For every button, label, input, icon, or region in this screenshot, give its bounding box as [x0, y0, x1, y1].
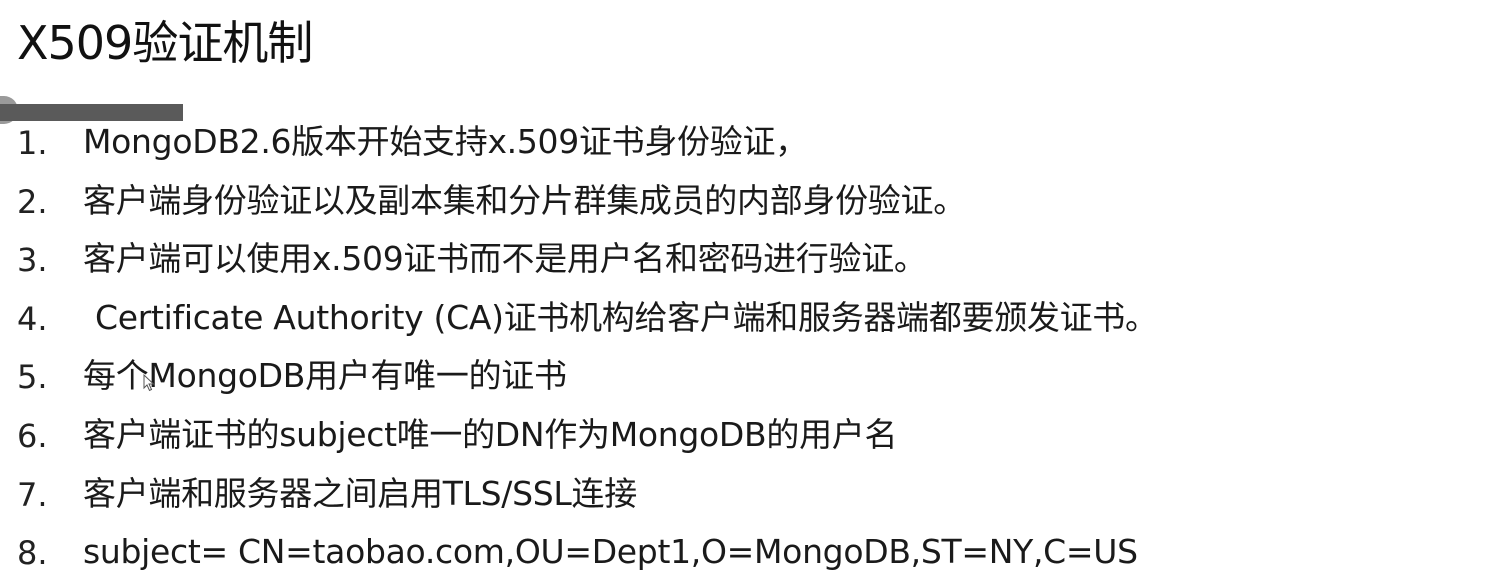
item-number: 8.: [17, 534, 48, 573]
mouse-pointer-icon: [143, 373, 155, 392]
item-text: subject= CN=taobao.com,OU=Dept1,O=MongoD…: [83, 532, 1138, 572]
slide-title: X509验证机制: [17, 16, 313, 70]
item-number: 2.: [17, 182, 48, 221]
item-text: 客户端和服务器之间启用TLS/SSL连接: [83, 473, 637, 513]
item-text: 客户端证书的subject唯一的DN作为MongoDB的用户名: [83, 414, 898, 454]
title-underline-bar: [0, 104, 183, 121]
item-text: 客户端可以使用x.509证书而不是用户名和密码进行验证。: [83, 239, 927, 279]
item-number: 1.: [17, 124, 48, 162]
item-number: 4.: [17, 299, 48, 338]
item-text: 客户端身份验证以及副本集和分片群集成员的内部身份验证。: [83, 180, 966, 220]
item-text: 每个MongoDB用户有唯一的证书: [83, 356, 567, 396]
item-number: 5.: [17, 358, 48, 397]
item-number: 3.: [17, 241, 48, 280]
item-number: 7.: [17, 475, 48, 514]
item-number: 6.: [17, 416, 48, 455]
item-text: MongoDB2.6版本开始支持x.509证书身份验证，: [83, 122, 808, 161]
item-text: Certificate Authority (CA)证书机构给客户端和服务器端都…: [95, 297, 1158, 337]
